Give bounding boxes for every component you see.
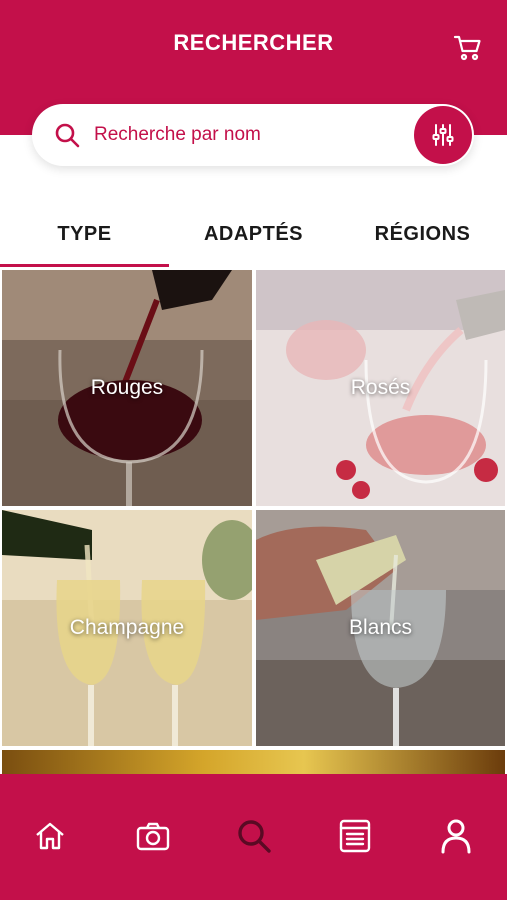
filter-button[interactable]	[414, 106, 472, 164]
category-tile-blancs[interactable]: Blancs	[256, 510, 505, 746]
bottom-navigation	[0, 774, 507, 900]
search-icon	[238, 820, 271, 853]
tab-adaptes[interactable]: ADAPTÉS	[169, 200, 338, 268]
category-tabs: TYPE ADAPTÉS RÉGIONS	[0, 200, 507, 268]
nav-list[interactable]	[333, 814, 377, 858]
category-label: Champagne	[69, 616, 185, 639]
category-tile-roses[interactable]: Rosés	[256, 270, 505, 506]
active-tab-indicator	[0, 264, 169, 267]
nav-home[interactable]	[28, 814, 72, 858]
tab-regions[interactable]: RÉGIONS	[338, 200, 507, 268]
category-label: Rosés	[350, 376, 411, 399]
cart-button[interactable]	[450, 30, 486, 66]
home-icon	[36, 822, 64, 850]
cart-icon	[453, 35, 481, 61]
category-grid: Rouges Rosés Champagne Blancs	[0, 268, 507, 778]
sliders-icon	[432, 124, 454, 146]
category-tile-champagne[interactable]: Champagne	[2, 510, 252, 746]
page-title: RECHERCHER	[173, 30, 334, 55]
user-icon	[441, 819, 471, 854]
search-bar	[32, 104, 474, 166]
category-label: Blancs	[348, 616, 413, 639]
tab-type[interactable]: TYPE	[0, 200, 169, 268]
category-tile-rouges[interactable]: Rouges	[2, 270, 252, 506]
camera-icon	[136, 822, 170, 851]
nav-camera[interactable]	[131, 814, 175, 858]
search-icon	[55, 123, 80, 148]
search-input[interactable]	[94, 118, 394, 152]
list-icon	[339, 819, 371, 853]
nav-profile[interactable]	[434, 814, 478, 858]
nav-search[interactable]	[232, 814, 276, 858]
category-label: Rouges	[90, 376, 164, 399]
